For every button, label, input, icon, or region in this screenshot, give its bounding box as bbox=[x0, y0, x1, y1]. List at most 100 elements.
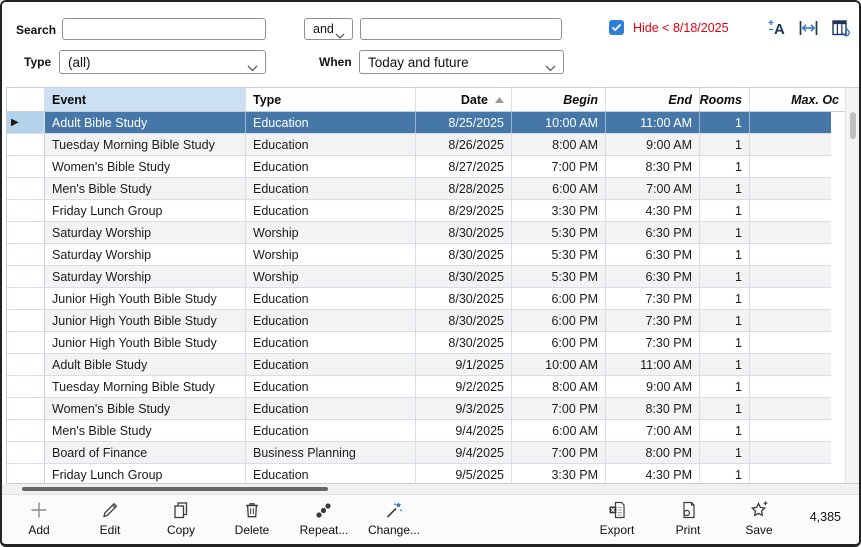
cell-type[interactable]: Education bbox=[246, 156, 416, 177]
cell-end[interactable]: 8:00 PM bbox=[606, 442, 700, 463]
cell-end[interactable]: 7:00 AM bbox=[606, 178, 700, 199]
cell-begin[interactable]: 7:00 PM bbox=[512, 156, 606, 177]
cell-begin[interactable]: 8:00 AM bbox=[512, 376, 606, 397]
cell-rooms[interactable]: 1 bbox=[700, 134, 750, 155]
column-chooser-icon[interactable] bbox=[830, 18, 851, 38]
print-button[interactable]: Print bbox=[657, 499, 719, 537]
cell-begin[interactable]: 5:30 PM bbox=[512, 244, 606, 265]
copy-button[interactable]: Copy bbox=[150, 499, 212, 537]
table-row[interactable]: Friday Lunch Group Education 8/29/2025 3:30… bbox=[7, 200, 831, 222]
cell-begin[interactable]: 8:00 AM bbox=[512, 134, 606, 155]
vertical-scrollbar-thumb[interactable] bbox=[850, 112, 856, 139]
cell-rooms[interactable]: 1 bbox=[700, 420, 750, 441]
cell-max[interactable] bbox=[750, 266, 846, 287]
table-row[interactable]: Men's Bible Study Education 8/28/2025 6:00 … bbox=[7, 178, 831, 200]
add-button[interactable]: Add bbox=[8, 499, 70, 537]
cell-begin[interactable]: 6:00 PM bbox=[512, 288, 606, 309]
cell-event[interactable]: Adult Bible Study bbox=[45, 112, 246, 133]
cell-end[interactable]: 6:30 PM bbox=[606, 222, 700, 243]
cell-begin[interactable]: 3:30 PM bbox=[512, 464, 606, 483]
cell-date[interactable]: 8/29/2025 bbox=[416, 200, 512, 221]
cell-rooms[interactable]: 1 bbox=[700, 244, 750, 265]
cell-begin[interactable]: 5:30 PM bbox=[512, 222, 606, 243]
row-selector[interactable] bbox=[7, 442, 45, 463]
operator-select[interactable]: and bbox=[304, 18, 353, 40]
cell-date[interactable]: 8/28/2025 bbox=[416, 178, 512, 199]
table-row[interactable]: Saturday Worship Worship 8/30/2025 5:30 PM 6… bbox=[7, 244, 831, 266]
cell-rooms[interactable]: 1 bbox=[700, 288, 750, 309]
cell-begin[interactable]: 6:00 AM bbox=[512, 420, 606, 441]
cell-begin[interactable]: 7:00 PM bbox=[512, 398, 606, 419]
column-header-event[interactable]: Event bbox=[45, 88, 246, 111]
cell-event[interactable]: Junior High Youth Bible Study bbox=[45, 332, 246, 353]
cell-date[interactable]: 8/30/2025 bbox=[416, 288, 512, 309]
cell-event[interactable]: Saturday Worship bbox=[45, 266, 246, 287]
cell-max[interactable] bbox=[750, 464, 846, 483]
row-selector[interactable] bbox=[7, 244, 45, 265]
table-row[interactable]: Tuesday Morning Bible Study Education 9/2/… bbox=[7, 376, 831, 398]
row-selector[interactable] bbox=[7, 332, 45, 353]
cell-rooms[interactable]: 1 bbox=[700, 442, 750, 463]
table-row[interactable]: Women's Bible Study Education 8/27/2025 7:0… bbox=[7, 156, 831, 178]
hide-checkbox[interactable] bbox=[609, 20, 624, 35]
cell-end[interactable]: 7:30 PM bbox=[606, 310, 700, 331]
cell-type[interactable]: Worship bbox=[246, 222, 416, 243]
cell-type[interactable]: Education bbox=[246, 376, 416, 397]
cell-begin[interactable]: 10:00 AM bbox=[512, 112, 606, 133]
cell-type[interactable]: Education bbox=[246, 332, 416, 353]
cell-type[interactable]: Worship bbox=[246, 244, 416, 265]
cell-max[interactable] bbox=[750, 200, 846, 221]
cell-max[interactable] bbox=[750, 156, 846, 177]
cell-event[interactable]: Women's Bible Study bbox=[45, 156, 246, 177]
row-selector[interactable] bbox=[7, 376, 45, 397]
row-selector[interactable] bbox=[7, 156, 45, 177]
cell-date[interactable]: 9/5/2025 bbox=[416, 464, 512, 483]
save-button[interactable]: Save bbox=[728, 499, 790, 537]
row-selector[interactable] bbox=[7, 222, 45, 243]
table-row[interactable]: Saturday Worship Worship 8/30/2025 5:30 PM 6… bbox=[7, 266, 831, 288]
row-selector[interactable] bbox=[7, 178, 45, 199]
cell-event[interactable]: Men's Bible Study bbox=[45, 420, 246, 441]
cell-type[interactable]: Education bbox=[246, 420, 416, 441]
cell-date[interactable]: 9/4/2025 bbox=[416, 420, 512, 441]
cell-date[interactable]: 8/30/2025 bbox=[416, 244, 512, 265]
cell-end[interactable]: 7:30 PM bbox=[606, 288, 700, 309]
cell-max[interactable] bbox=[750, 442, 846, 463]
cell-end[interactable]: 8:30 PM bbox=[606, 156, 700, 177]
hide-checkbox-label[interactable]: Hide < 8/18/2025 bbox=[633, 21, 729, 35]
cell-type[interactable]: Education bbox=[246, 178, 416, 199]
row-selector[interactable] bbox=[7, 398, 45, 419]
export-button[interactable]: Export bbox=[586, 499, 648, 537]
horizontal-scrollbar-thumb[interactable] bbox=[22, 487, 328, 491]
cell-date[interactable]: 8/26/2025 bbox=[416, 134, 512, 155]
cell-date[interactable]: 9/1/2025 bbox=[416, 354, 512, 375]
cell-max[interactable] bbox=[750, 354, 846, 375]
cell-date[interactable]: 8/30/2025 bbox=[416, 222, 512, 243]
cell-type[interactable]: Education bbox=[246, 200, 416, 221]
cell-type[interactable]: Education bbox=[246, 398, 416, 419]
column-header-begin[interactable]: Begin bbox=[512, 88, 606, 111]
cell-max[interactable] bbox=[750, 332, 846, 353]
row-selector[interactable] bbox=[7, 200, 45, 221]
table-row[interactable]: Adult Bible Study Education 9/1/2025 10:00 … bbox=[7, 354, 831, 376]
cell-begin[interactable]: 5:30 PM bbox=[512, 266, 606, 287]
table-row[interactable]: Women's Bible Study Education 9/3/2025 7:00… bbox=[7, 398, 831, 420]
cell-type[interactable]: Education bbox=[246, 354, 416, 375]
cell-event[interactable]: Board of Finance bbox=[45, 442, 246, 463]
cell-type[interactable]: Education bbox=[246, 310, 416, 331]
cell-end[interactable]: 7:30 PM bbox=[606, 332, 700, 353]
column-header-max-occupancy[interactable]: Max. Oc bbox=[750, 88, 846, 111]
table-row[interactable]: Friday Lunch Group Education 9/5/2025 3:30 … bbox=[7, 464, 831, 483]
cell-begin[interactable]: 10:00 AM bbox=[512, 354, 606, 375]
table-row[interactable]: Men's Bible Study Education 9/4/2025 6:00 A… bbox=[7, 420, 831, 442]
cell-end[interactable]: 9:00 AM bbox=[606, 134, 700, 155]
cell-begin[interactable]: 7:00 PM bbox=[512, 442, 606, 463]
search-input[interactable] bbox=[62, 18, 266, 40]
cell-end[interactable]: 6:30 PM bbox=[606, 244, 700, 265]
cell-date[interactable]: 8/30/2025 bbox=[416, 266, 512, 287]
cell-rooms[interactable]: 1 bbox=[700, 156, 750, 177]
cell-rooms[interactable]: 1 bbox=[700, 376, 750, 397]
vertical-scrollbar[interactable] bbox=[845, 88, 859, 483]
type-select[interactable]: (all) bbox=[59, 50, 266, 74]
row-selector[interactable]: ▶ bbox=[7, 112, 45, 133]
